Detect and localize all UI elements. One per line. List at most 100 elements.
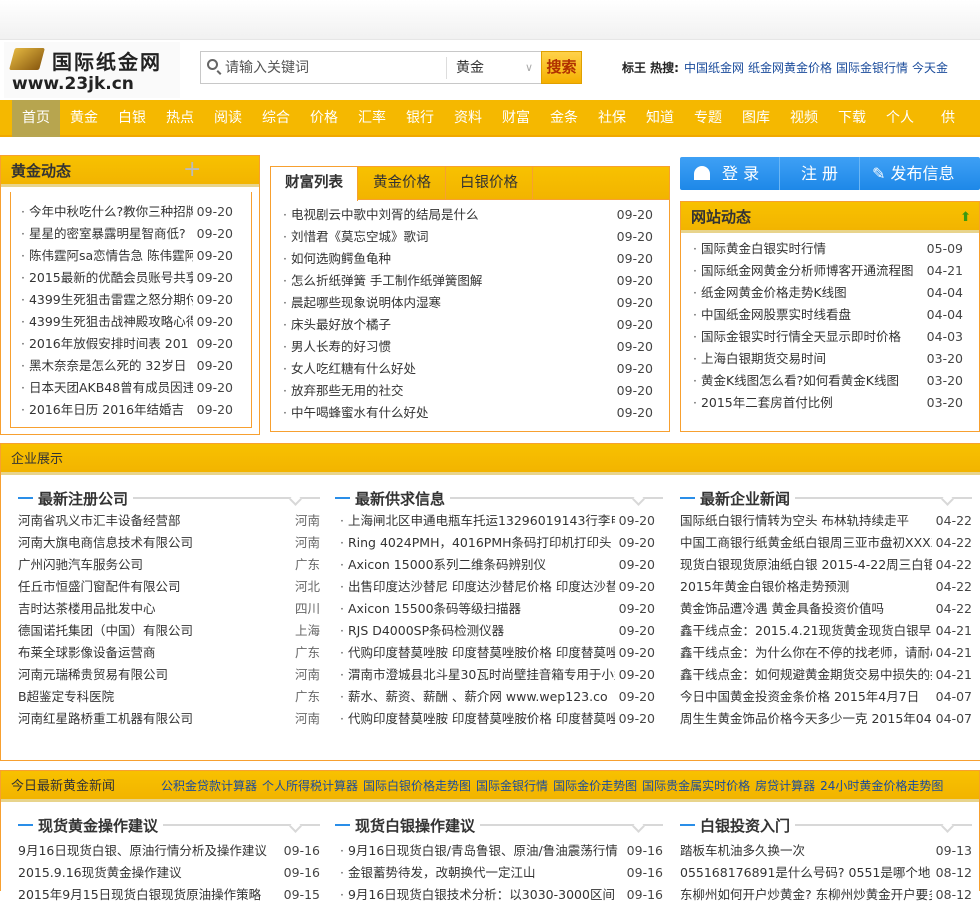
- list-item[interactable]: 出售印度达沙替尼 印度达沙替尼价格 印度达沙替09-20: [340, 576, 655, 598]
- list-item[interactable]: 黑木奈奈是怎么死的 32岁日 09-20: [21, 355, 233, 377]
- tab-silver-price[interactable]: 白银价格: [446, 167, 533, 200]
- list-item[interactable]: 日本天团AKB48曾有成员因违09-20: [21, 377, 233, 399]
- item-title[interactable]: 男人长寿的好习惯: [283, 336, 391, 358]
- list-item[interactable]: 女人吃红糖有什么好处 09-20: [283, 358, 653, 380]
- item-title[interactable]: 鑫干线点金：为什么你在不停的找老师，请耐心: [680, 642, 943, 664]
- list-item[interactable]: 放弃那些无用的社交 09-20: [283, 380, 653, 402]
- item-title[interactable]: 中国工商银行纸黄金纸白银周三亚市盘初XXXX上: [680, 532, 952, 554]
- item-title[interactable]: 9月16日现货白银/青岛鲁银、原油/鲁油震荡行情: [340, 840, 618, 862]
- list-item[interactable]: 薪水、薪资、薪酬 、薪介网 www.wep123.co 09-20: [340, 686, 655, 708]
- list-item[interactable]: 星星的密室暴露明星智商低? 09-20: [21, 223, 233, 245]
- list-item[interactable]: 2015年黄金白银价格走势预测 04-22: [680, 576, 972, 598]
- list-item[interactable]: 9月16日现货白银、原油行情分析及操作建议 09-16: [18, 840, 320, 862]
- item-title[interactable]: RJS D4000SP条码检测仪器: [340, 620, 504, 642]
- item-title[interactable]: 星星的密室暴露明星智商低?: [21, 223, 186, 245]
- list-item[interactable]: 2015年9月15日现货白银现货原油操作策略 09-15: [18, 884, 320, 906]
- item-title[interactable]: 今年中秋吃什么?教你三种招牌: [21, 201, 198, 223]
- item-title[interactable]: 国际纸白银行情转为空头 布林轨持续走平: [680, 510, 909, 532]
- list-item[interactable]: 国际金银实时行情全天显示即时价格 04-03: [693, 326, 963, 348]
- company-row[interactable]: 任丘市恒盛门窗配件有限公司 河北: [18, 576, 320, 598]
- item-title[interactable]: 出售印度达沙替尼 印度达沙替尼价格 印度达沙替: [340, 576, 618, 598]
- company-row[interactable]: 广州闪驰汽车服务公司 广东: [18, 554, 320, 576]
- item-title[interactable]: Axicon 15500条码等级扫描器: [340, 598, 521, 620]
- item-title[interactable]: 4399生死狙击雷霆之怒分期付: [21, 289, 198, 311]
- item-title[interactable]: 东柳州如何开户炒黄金? 东柳州炒黄金开户要多: [680, 884, 941, 906]
- list-item[interactable]: 如何选购鳄鱼龟种 09-20: [283, 248, 653, 270]
- nav-item[interactable]: 专题: [684, 100, 732, 137]
- nav-item[interactable]: 供: [924, 100, 972, 137]
- item-title[interactable]: 踏板车机油多久换一次: [680, 840, 805, 862]
- item-title[interactable]: 黑木奈奈是怎么死的 32岁日: [21, 355, 186, 377]
- item-title[interactable]: 2016年日历 2016年结婚吉: [21, 399, 184, 421]
- company-row[interactable]: 河南大旗电商信息技术有限公司 河南: [18, 532, 320, 554]
- item-title[interactable]: 2015年黄金白银价格走势预测: [680, 576, 849, 598]
- item-title[interactable]: 9月16日现货白银技术分析：以3030-3000区间: [340, 884, 615, 906]
- list-item[interactable]: 代购印度替莫唑胺 印度替莫唑胺价格 印度替莫唑09-20: [340, 642, 655, 664]
- item-title[interactable]: 中午喝蜂蜜水有什么好处: [283, 402, 429, 424]
- item-title[interactable]: 河南大旗电商信息技术有限公司: [18, 532, 193, 554]
- list-item[interactable]: 纸金网黄金价格走势K线图 04-04: [693, 282, 963, 304]
- list-item[interactable]: 2016年日历 2016年结婚吉 09-20: [21, 399, 233, 421]
- nav-item[interactable]: 白银: [108, 100, 156, 137]
- item-title[interactable]: 2015年二套房首付比例: [693, 392, 833, 414]
- item-title[interactable]: 国际黄金白银实时行情: [693, 238, 826, 260]
- list-item[interactable]: 踏板车机油多久换一次 09-13: [680, 840, 972, 862]
- tool-link[interactable]: 个人所得税计算器: [262, 779, 358, 793]
- hot-link[interactable]: 国际金银行情: [836, 61, 908, 75]
- company-row[interactable]: 德国诺托集团（中国）有限公司 上海: [18, 620, 320, 642]
- nav-item[interactable]: 视频: [780, 100, 828, 137]
- nav-item[interactable]: 社保: [588, 100, 636, 137]
- nav-item[interactable]: 金条: [540, 100, 588, 137]
- nav-item[interactable]: 银行: [396, 100, 444, 137]
- nav-item[interactable]: 综合: [252, 100, 300, 137]
- list-item[interactable]: 鑫干线点金：如何规避黄金期货交易中损失的扩 04-21: [680, 664, 972, 686]
- list-item[interactable]: 陈伟霆阿sa恋情告急 陈伟霆阿09-20: [21, 245, 233, 267]
- company-row[interactable]: 吉时达茶楼用品批发中心 四川: [18, 598, 320, 620]
- item-title[interactable]: 女人吃红糖有什么好处: [283, 358, 416, 380]
- item-title[interactable]: 吉时达茶楼用品批发中心: [18, 598, 156, 620]
- list-item[interactable]: 中国纸金网股票实时线看盘 04-04: [693, 304, 963, 326]
- item-title[interactable]: 河南红星路桥重工机器有限公司: [18, 708, 193, 730]
- company-row[interactable]: B超鉴定专科医院 广东: [18, 686, 320, 708]
- hot-link[interactable]: 纸金网黄金价格: [748, 61, 832, 75]
- plus-icon[interactable]: +: [183, 154, 201, 185]
- nav-item[interactable]: 资料: [444, 100, 492, 137]
- item-title[interactable]: 河南省巩义市汇丰设备经营部: [18, 510, 181, 532]
- hot-link[interactable]: 今天金: [912, 61, 948, 75]
- nav-item[interactable]: 首页: [12, 100, 60, 137]
- list-item[interactable]: Axicon 15500条码等级扫描器 09-20: [340, 598, 655, 620]
- item-title[interactable]: 渭南市澄城县北斗星30瓦时尚壁挂音箱专用于小型: [340, 664, 626, 686]
- nav-item[interactable]: 下载: [828, 100, 876, 137]
- nav-item[interactable]: 阅读: [204, 100, 252, 137]
- list-item[interactable]: 今年中秋吃什么?教你三种招牌09-20: [21, 201, 233, 223]
- list-item[interactable]: 鑫干线点金：2015.4.21现货黄金现货白银早 04-21: [680, 620, 972, 642]
- nav-item[interactable]: 价格: [300, 100, 348, 137]
- nav-item[interactable]: 个人: [876, 100, 924, 137]
- list-item[interactable]: 男人长寿的好习惯 09-20: [283, 336, 653, 358]
- tool-link[interactable]: 国际白银价格走势图: [363, 779, 471, 793]
- tool-link[interactable]: 国际贵金属实时价格: [642, 779, 750, 793]
- list-item[interactable]: 东柳州如何开户炒黄金? 东柳州炒黄金开户要多 08-12: [680, 884, 972, 906]
- item-title[interactable]: 9月16日现货白银、原油行情分析及操作建议: [18, 840, 267, 862]
- tool-link[interactable]: 房贷计算器: [755, 779, 815, 793]
- item-title[interactable]: 广州闪驰汽车服务公司: [18, 554, 143, 576]
- arrow-up-icon[interactable]: ⬆: [960, 202, 971, 233]
- list-item[interactable]: 国际纸白银行情转为空头 布林轨持续走平 04-22: [680, 510, 972, 532]
- list-item[interactable]: Ring 4024PMH，4016PMH条码打印机打印头09-20: [340, 532, 655, 554]
- item-title[interactable]: 今日中国黄金投资金条价格 2015年4月7日: [680, 686, 919, 708]
- register-button[interactable]: 注 册: [780, 157, 860, 190]
- item-title[interactable]: 2015年9月15日现货白银现货原油操作策略: [18, 884, 261, 906]
- item-title[interactable]: 4399生死狙击战神殿攻略心得: [21, 311, 198, 333]
- item-title[interactable]: 金银蓄势待发，改朝换代一定江山: [340, 862, 536, 884]
- list-item[interactable]: 4399生死狙击雷霆之怒分期付09-20: [21, 289, 233, 311]
- item-title[interactable]: 电视剧云中歌中刘胥的结局是什么: [283, 204, 479, 226]
- list-item[interactable]: 9月16日现货白银技术分析：以3030-3000区间 09-16: [340, 884, 663, 906]
- nav-item[interactable]: 热点: [156, 100, 204, 137]
- list-item[interactable]: 刘惜君《莫忘空城》歌词 09-20: [283, 226, 653, 248]
- list-item[interactable]: 鑫干线点金：为什么你在不停的找老师，请耐心 04-21: [680, 642, 972, 664]
- list-item[interactable]: 电视剧云中歌中刘胥的结局是什么 09-20: [283, 204, 653, 226]
- list-item[interactable]: 现货白银现货原油纸白银 2015-4-22周三白银 04-22: [680, 554, 972, 576]
- item-title[interactable]: 纸金网黄金价格走势K线图: [693, 282, 847, 304]
- nav-item[interactable]: 知道: [636, 100, 684, 137]
- search-button[interactable]: 搜索: [541, 51, 582, 84]
